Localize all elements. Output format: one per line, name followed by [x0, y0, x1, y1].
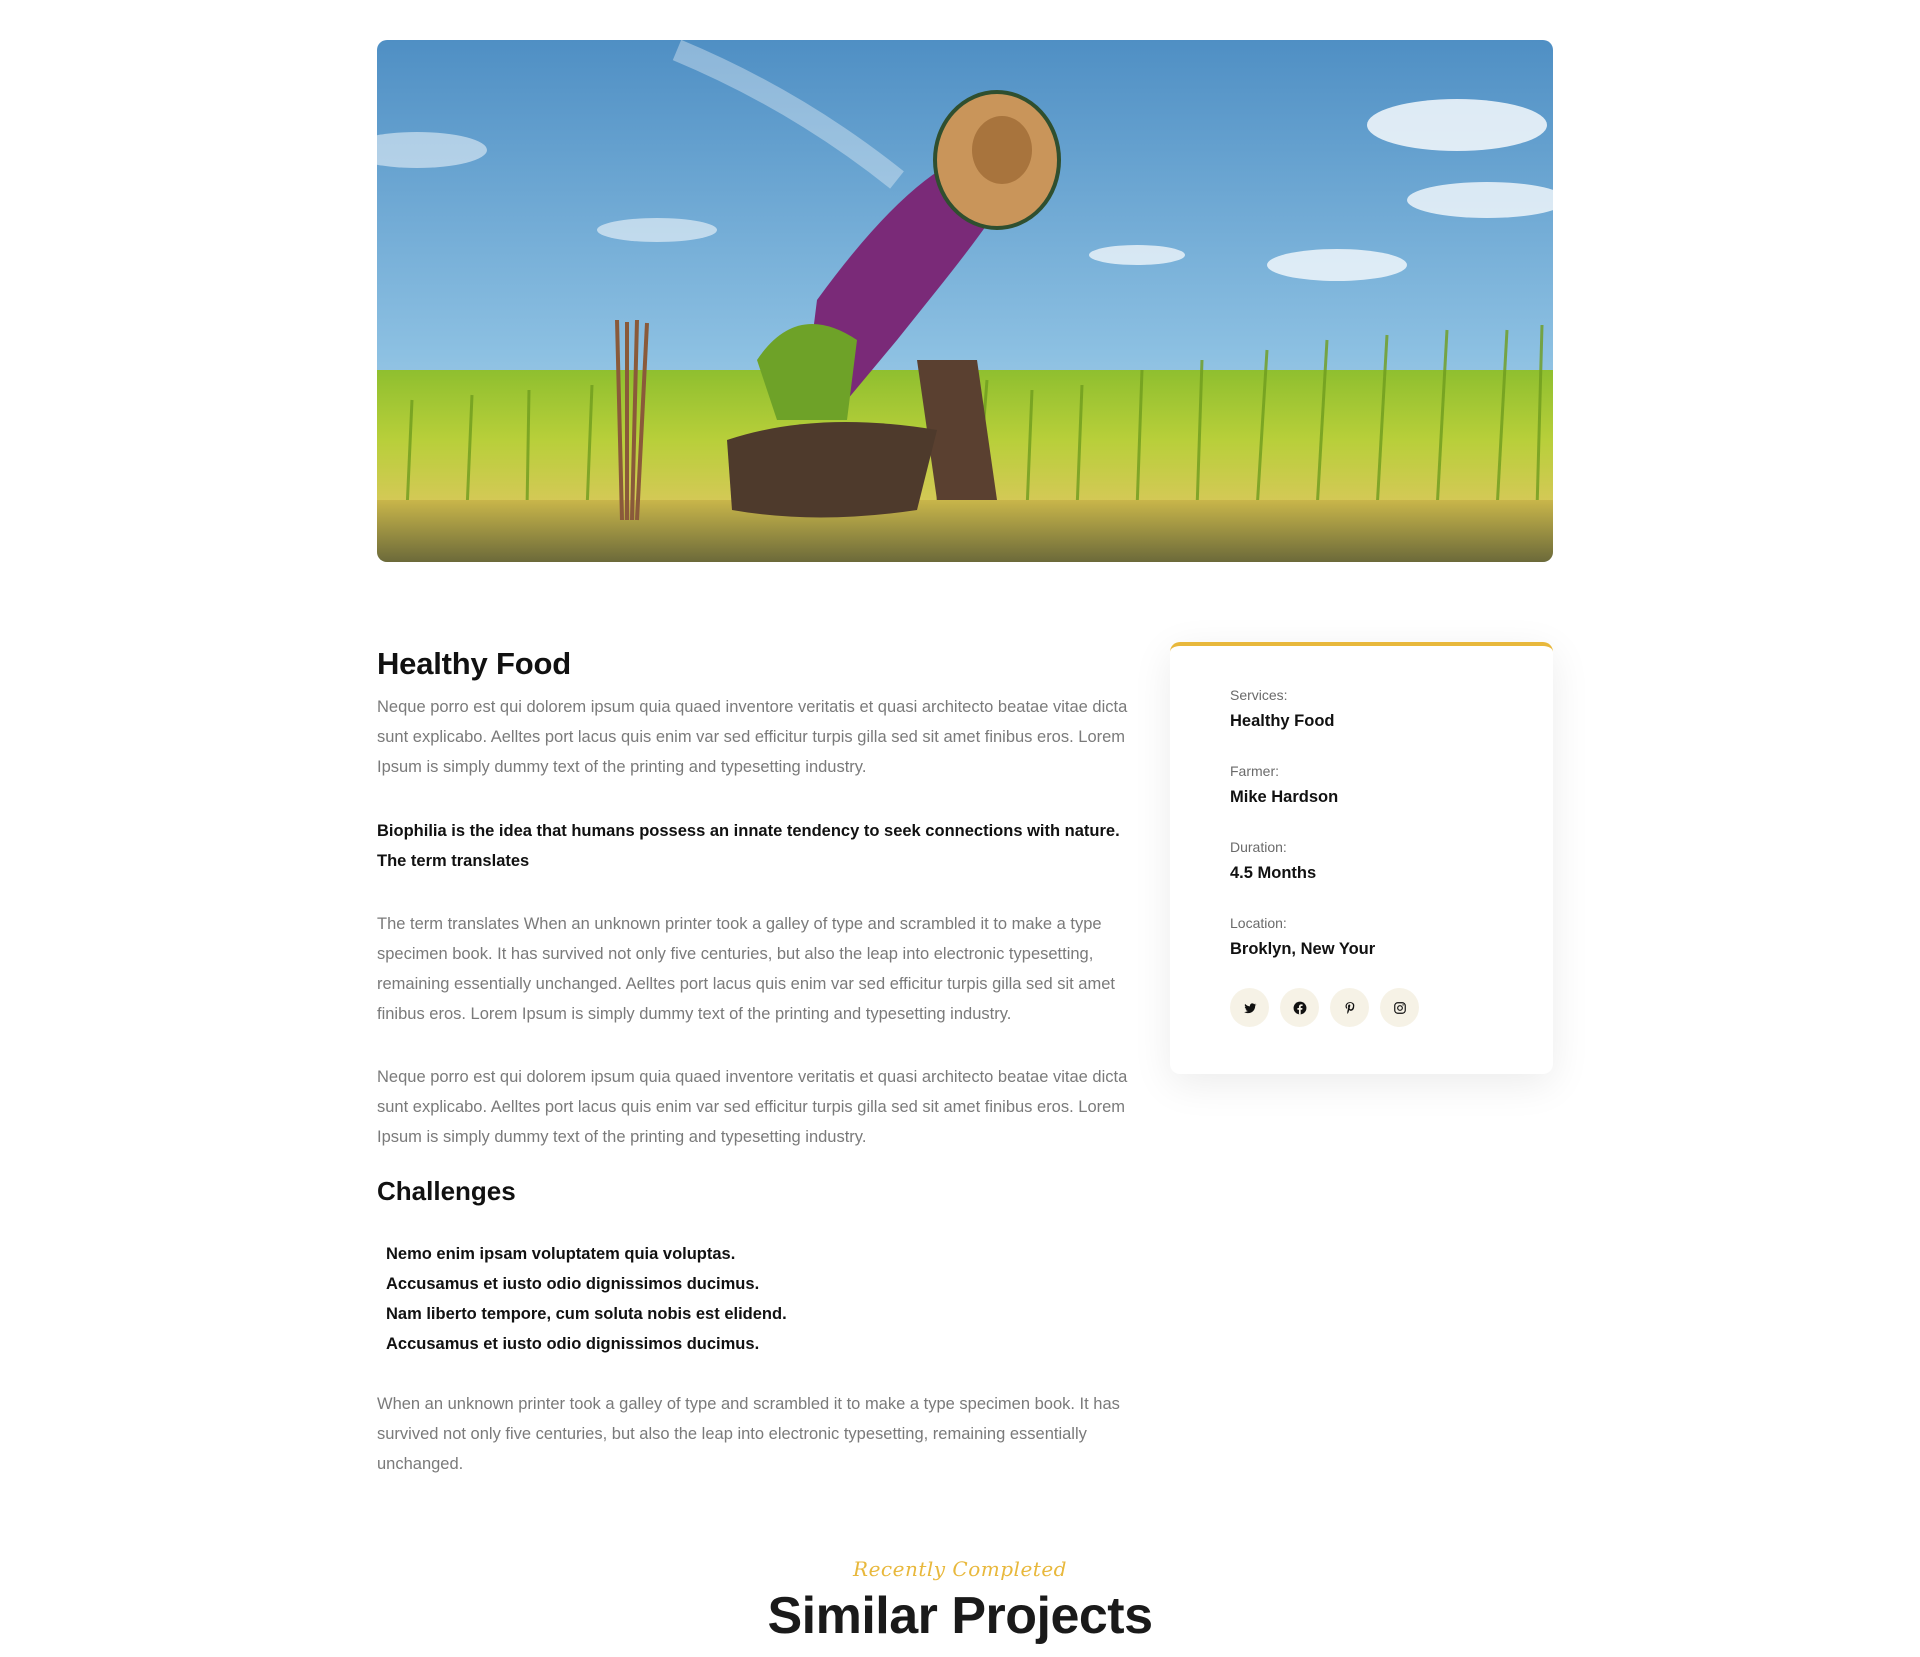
info-label: Services:: [1230, 687, 1288, 703]
article-body-1: The term translates When an unknown prin…: [377, 915, 1115, 1023]
list-item: Accusamus et iusto odio dignissimos duci…: [386, 1335, 760, 1353]
list-item: Accusamus et iusto odio dignissimos duci…: [386, 1275, 760, 1293]
social-links: [1230, 988, 1493, 1027]
twitter-icon: [1243, 1002, 1256, 1013]
info-value: 4.5 Months: [1230, 864, 1317, 882]
section-title: Similar Projects: [767, 1587, 1153, 1645]
instagram-icon: [1393, 1001, 1406, 1014]
info-duration: Duration: 4.5 Months: [1230, 838, 1493, 884]
info-value: Mike Hardson: [1230, 788, 1339, 806]
info-value: Broklyn, New Your: [1230, 940, 1376, 958]
pinterest-link[interactable]: [1330, 988, 1369, 1027]
pinterest-icon: [1345, 1001, 1354, 1014]
hero-image: [377, 40, 1553, 562]
project-info-sidebar: Services: Healthy Food Farmer: Mike Hard…: [1170, 642, 1553, 1074]
farmer-rice-field-image: [377, 40, 1553, 562]
info-label: Farmer:: [1230, 763, 1279, 779]
article-intro: Neque porro est qui dolorem ipsum quia q…: [377, 698, 1128, 776]
facebook-link[interactable]: [1280, 988, 1319, 1027]
similar-projects-section: Recently Completed Similar Projects: [0, 1556, 1920, 1646]
list-item: Nam liberto tempore, cum soluta nobis es…: [386, 1305, 787, 1323]
list-item: Nemo enim ipsam voluptatem quia voluptas…: [386, 1245, 736, 1263]
project-details: Healthy Food Neque porro est qui dolorem…: [377, 40, 1553, 1473]
info-label: Location:: [1230, 915, 1287, 931]
info-location: Location: Broklyn, New Your: [1230, 914, 1493, 960]
challenges-list: Nemo enim ipsam voluptatem quia voluptas…: [377, 1239, 1147, 1359]
info-label: Duration:: [1230, 839, 1287, 855]
article-body-2: Neque porro est qui dolorem ipsum quia q…: [377, 1068, 1128, 1146]
project-info-card: Services: Healthy Food Farmer: Mike Hard…: [1170, 642, 1553, 1074]
article-closing: When an unknown printer took a galley of…: [377, 1395, 1120, 1473]
instagram-link[interactable]: [1380, 988, 1419, 1027]
facebook-icon: [1293, 1001, 1306, 1014]
info-farmer: Farmer: Mike Hardson: [1230, 762, 1493, 808]
twitter-link[interactable]: [1230, 988, 1269, 1027]
challenges-heading: Challenges: [377, 1176, 516, 1206]
info-value: Healthy Food: [1230, 712, 1335, 730]
article-title: Healthy Food: [377, 646, 571, 681]
article-column: Healthy Food Neque porro est qui dolorem…: [377, 600, 1147, 1479]
article-highlight: Biophilia is the idea that humans posses…: [377, 822, 1120, 870]
section-eyebrow: Recently Completed: [853, 1557, 1067, 1581]
info-services: Services: Healthy Food: [1230, 686, 1493, 732]
